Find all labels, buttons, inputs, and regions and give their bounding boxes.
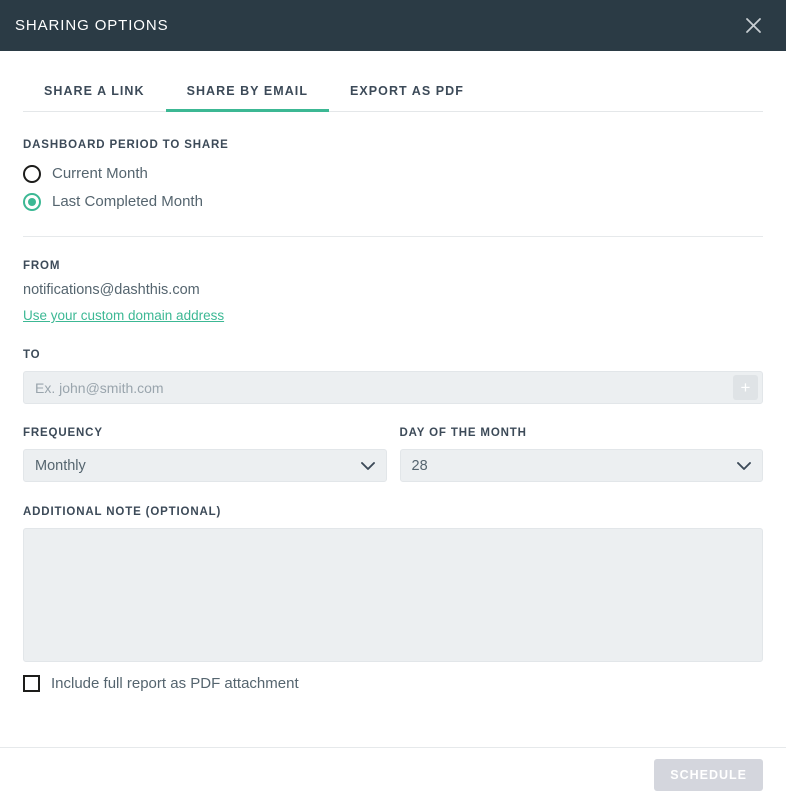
frequency-selected-value: Monthly xyxy=(24,458,86,474)
close-icon[interactable] xyxy=(740,13,766,39)
include-pdf-attachment-option[interactable]: Include full report as PDF attachment xyxy=(23,675,763,692)
from-label: FROM xyxy=(23,260,763,272)
include-pdf-attachment-label: Include full report as PDF attachment xyxy=(51,675,299,692)
radio-label-current-month: Current Month xyxy=(52,165,148,182)
tab-export-as-pdf[interactable]: EXPORT AS PDF xyxy=(329,78,485,112)
to-section: TO + xyxy=(23,349,763,404)
radio-icon-current-month[interactable] xyxy=(23,165,41,183)
from-section: FROM notifications@dashthis.com Use your… xyxy=(23,260,763,325)
additional-note-section: ADDITIONAL NOTE (OPTIONAL) xyxy=(23,506,763,662)
schedule-button[interactable]: SCHEDULE xyxy=(654,759,763,791)
custom-domain-link[interactable]: Use your custom domain address xyxy=(23,308,224,323)
additional-note-label: ADDITIONAL NOTE (OPTIONAL) xyxy=(23,506,763,518)
tab-list: SHARE A LINK SHARE BY EMAIL EXPORT AS PD… xyxy=(23,78,763,112)
tabs-container: SHARE A LINK SHARE BY EMAIL EXPORT AS PD… xyxy=(0,78,786,112)
chevron-down-icon xyxy=(737,461,751,470)
schedule-row: FREQUENCY Monthly DAY OF THE MONTH 28 xyxy=(23,427,763,482)
to-field-wrapper: + xyxy=(23,371,763,404)
chevron-down-icon xyxy=(361,461,375,470)
frequency-label: FREQUENCY xyxy=(23,427,387,439)
tab-share-a-link[interactable]: SHARE A LINK xyxy=(23,78,166,112)
frequency-select[interactable]: Monthly xyxy=(23,449,387,482)
tab-share-by-email[interactable]: SHARE BY EMAIL xyxy=(166,78,329,112)
sharing-options-modal: SHARING OPTIONS SHARE A LINK SHARE BY EM… xyxy=(0,0,786,801)
day-of-month-label: DAY OF THE MONTH xyxy=(400,427,764,439)
modal-header: SHARING OPTIONS xyxy=(0,0,786,51)
day-of-month-select[interactable]: 28 xyxy=(400,449,764,482)
to-label: TO xyxy=(23,349,763,361)
from-email-value: notifications@dashthis.com xyxy=(23,282,763,298)
to-recipient-input[interactable] xyxy=(24,372,762,403)
modal-body: DASHBOARD PERIOD TO SHARE Current Month … xyxy=(0,112,786,801)
frequency-section: FREQUENCY Monthly xyxy=(23,427,387,482)
page-title: SHARING OPTIONS xyxy=(15,17,169,34)
day-of-month-section: DAY OF THE MONTH 28 xyxy=(400,427,764,482)
additional-note-textarea[interactable] xyxy=(23,528,763,662)
dashboard-period-label: DASHBOARD PERIOD TO SHARE xyxy=(23,139,763,151)
add-recipient-icon[interactable]: + xyxy=(733,375,758,400)
dashboard-period-section: DASHBOARD PERIOD TO SHARE Current Month … xyxy=(23,139,763,214)
modal-footer: SCHEDULE xyxy=(0,747,786,801)
day-of-month-selected-value: 28 xyxy=(401,458,428,474)
radio-option-last-completed-month[interactable]: Last Completed Month xyxy=(23,189,763,214)
radio-option-current-month[interactable]: Current Month xyxy=(23,161,763,186)
radio-label-last-completed-month: Last Completed Month xyxy=(52,193,203,210)
radio-icon-last-completed-month[interactable] xyxy=(23,193,41,211)
section-divider xyxy=(23,236,763,237)
checkbox-icon-include-pdf[interactable] xyxy=(23,675,40,692)
